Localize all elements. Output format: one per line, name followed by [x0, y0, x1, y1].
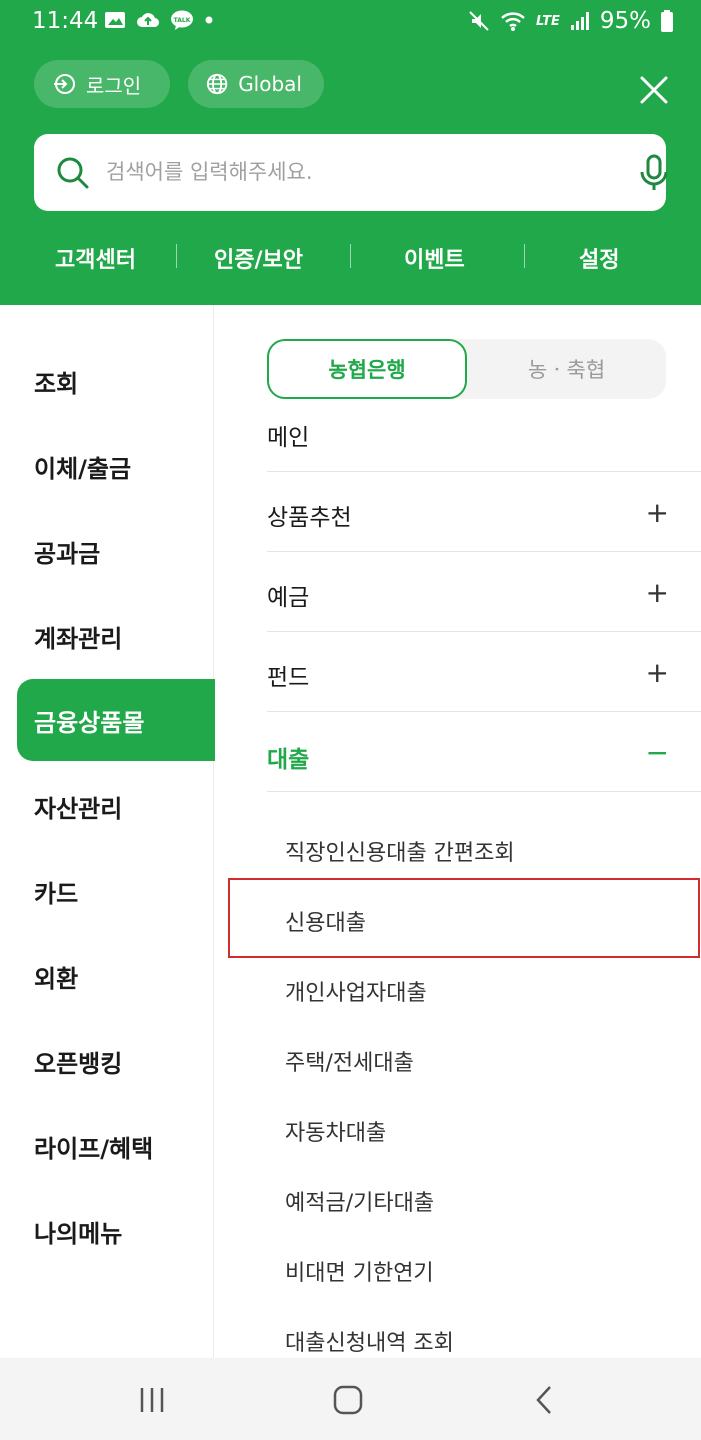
- recent-apps-icon[interactable]: [132, 1380, 172, 1420]
- quicklink-settings[interactable]: 설정: [579, 242, 619, 274]
- mute-icon: [469, 11, 489, 31]
- segment-local-cooperative[interactable]: 농ㆍ축협: [467, 339, 666, 399]
- sidebar-item-open-banking[interactable]: 오픈뱅킹: [34, 1044, 122, 1079]
- plus-icon: +: [645, 576, 669, 609]
- menu-row-label: 펀드: [267, 665, 310, 691]
- segment-nonghyup-bank[interactable]: 농협은행: [267, 339, 467, 399]
- search-input[interactable]: [106, 152, 586, 192]
- close-icon[interactable]: [632, 68, 676, 112]
- quicklink-divider: [176, 244, 177, 268]
- gallery-icon: [105, 12, 125, 28]
- quicklink-divider: [524, 244, 525, 268]
- menu-row-label: 대출: [267, 747, 310, 773]
- system-icons: LTE 95%: [468, 8, 673, 34]
- sidebar-item-label: 금융상품몰: [34, 709, 145, 737]
- sidebar-item-card[interactable]: 카드: [34, 874, 78, 909]
- top-header: 11:44 TALK LTE 95% 로그인 Global 검색어를 입력해주세…: [0, 0, 701, 305]
- global-label: Global: [238, 72, 302, 96]
- menu-row-label: 상품추천: [267, 505, 352, 531]
- sidebar-item-financial-mall[interactable]: 금융상품몰: [17, 679, 233, 761]
- quick-links: 고객센터 인증/보안 이벤트 설정: [0, 236, 701, 280]
- login-label: 로그인: [86, 73, 142, 98]
- more-notifications-icon: [205, 16, 213, 24]
- category-sidebar: 조회 이체/출금 공과금 계좌관리 금융상품몰 자산관리 카드 외환 오픈뱅킹 …: [0, 305, 233, 1358]
- battery-percent: 95%: [599, 8, 651, 34]
- login-button[interactable]: 로그인: [34, 60, 170, 108]
- quicklink-customer-center[interactable]: 고객센터: [55, 242, 136, 274]
- menu-row-product-recommend[interactable]: 상품추천 +: [267, 472, 701, 552]
- sidebar-item-transfer[interactable]: 이체/출금: [34, 449, 131, 484]
- status-time: 11:44: [32, 8, 99, 34]
- svg-text:TALK: TALK: [174, 17, 191, 24]
- submenu-item-business-loan[interactable]: 개인사업자대출: [285, 975, 427, 1007]
- submenu-item-salary-credit-quick[interactable]: 직장인신용대출 간편조회: [285, 835, 515, 867]
- menu-row-label: 예금: [267, 585, 310, 611]
- submenu-item-car-loan[interactable]: 자동차대출: [285, 1115, 386, 1147]
- search-bar: [34, 134, 668, 211]
- talk-icon: TALK: [171, 10, 193, 30]
- sidebar-item-utilities[interactable]: 공과금: [34, 534, 100, 569]
- login-icon: [54, 74, 75, 94]
- menu-row-deposit[interactable]: 예금 +: [267, 552, 701, 632]
- status-bar: 11:44 TALK LTE 95%: [0, 0, 701, 44]
- menu-row-main[interactable]: 메인: [267, 392, 701, 472]
- menu-row-fund[interactable]: 펀드 +: [267, 632, 701, 712]
- quicklink-auth-security[interactable]: 인증/보안: [214, 242, 303, 274]
- network-type: LTE: [535, 13, 560, 29]
- search-icon[interactable]: [56, 156, 90, 190]
- back-icon[interactable]: [524, 1380, 564, 1420]
- sidebar-item-inquiry[interactable]: 조회: [34, 364, 78, 399]
- sidebar-item-life-benefits[interactable]: 라이프/혜택: [34, 1129, 153, 1164]
- plus-icon: +: [645, 496, 669, 529]
- cloud-upload-icon: [137, 13, 160, 28]
- system-navigation-bar: [0, 1358, 701, 1440]
- wifi-icon: [501, 12, 525, 31]
- sidebar-item-asset-mgmt[interactable]: 자산관리: [34, 789, 122, 824]
- menu-row-label: 메인: [267, 425, 310, 451]
- plus-icon: +: [645, 656, 669, 689]
- sidebar-item-account-mgmt[interactable]: 계좌관리: [34, 619, 122, 654]
- sidebar-item-foreign-exchange[interactable]: 외환: [34, 959, 78, 994]
- sidebar-item-my-menu[interactable]: 나의메뉴: [34, 1214, 122, 1249]
- menu-row-loan[interactable]: 대출 −: [267, 712, 701, 792]
- submenu-item-loan-application-history[interactable]: 대출신청내역 조회: [285, 1325, 454, 1357]
- microphone-icon[interactable]: [637, 154, 671, 192]
- minus-icon: −: [645, 736, 669, 769]
- battery-icon: [661, 10, 673, 32]
- bank-segment-control: 농협은행 농ㆍ축협: [267, 339, 666, 399]
- home-icon[interactable]: [328, 1380, 368, 1420]
- signal-icon: [570, 12, 589, 30]
- notification-icons: TALK: [104, 9, 214, 31]
- submenu-item-housing-loan[interactable]: 주택/전세대출: [285, 1045, 414, 1077]
- global-button[interactable]: Global: [188, 60, 324, 108]
- submenu-item-contactless-extension[interactable]: 비대면 기한연기: [285, 1255, 434, 1287]
- submenu-item-credit-loan[interactable]: 신용대출: [285, 905, 366, 937]
- globe-icon: [206, 73, 228, 95]
- submenu-item-deposit-other-loan[interactable]: 예적금/기타대출: [285, 1185, 434, 1217]
- quicklink-event[interactable]: 이벤트: [404, 242, 465, 274]
- quicklink-divider: [350, 244, 351, 268]
- menu-detail-panel: 농협은행 농ㆍ축협 메인 상품추천 + 예금 + 펀드 + 대출 − 직장인신용…: [215, 305, 701, 1358]
